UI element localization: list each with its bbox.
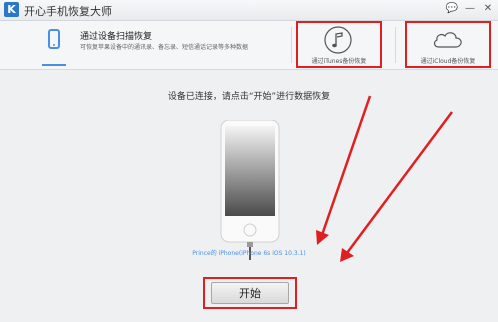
recovery-mode-bar: 通过设备扫描恢复 可恢复苹果设备中的通讯录、备忘录、短信通话记录等多种数据 通过… (0, 21, 498, 70)
divider (395, 27, 396, 63)
close-button[interactable]: ✕ (481, 2, 495, 16)
chat-icon[interactable]: 💬 (445, 2, 459, 16)
tab-device-scan[interactable]: 通过设备扫描恢复 可恢复苹果设备中的通讯录、备忘录、短信通话记录等多种数据 (0, 21, 288, 69)
app-logo-icon: K (4, 2, 19, 17)
connection-status: 设备已连接，请点击“开始”进行数据恢复 (167, 92, 331, 102)
main-panel: 设备已连接，请点击“开始”进行数据恢复 Prince的 iPhone(iPhon… (0, 70, 498, 322)
divider (291, 27, 292, 63)
tab-itunes-backup[interactable]: 通过iTunes备份恢复 (296, 21, 382, 69)
tab-icloud-backup[interactable]: 通过iCloud备份恢复 (405, 21, 491, 69)
window-title: 开心手机恢复大师 (24, 5, 112, 18)
phone-icon (48, 29, 60, 49)
highlight-box (296, 21, 382, 68)
device-scan-title: 通过设备扫描恢复 (80, 32, 153, 42)
start-button[interactable]: 开始 (211, 282, 289, 304)
device-scan-description: 可恢复苹果设备中的通讯录、备忘录、短信通话记录等多种数据 (80, 44, 249, 51)
connected-device-label: Prince的 iPhone(iPhone 6s iOS 10.3.1) (192, 250, 306, 257)
title-bar: K 开心手机恢复大师 💬 — ✕ (0, 0, 498, 21)
highlight-box (405, 21, 491, 68)
active-tab-indicator (42, 64, 66, 66)
iphone-illustration (220, 120, 280, 260)
minimize-button[interactable]: — (463, 2, 477, 16)
